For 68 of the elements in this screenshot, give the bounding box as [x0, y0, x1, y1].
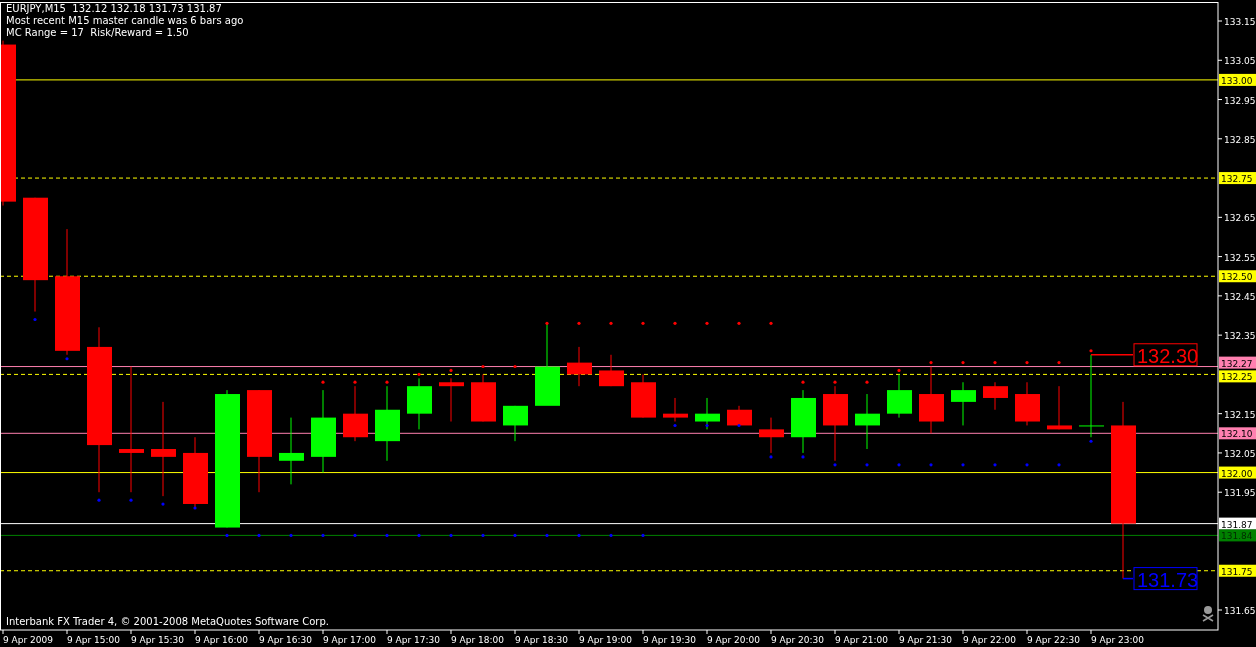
candlestick	[695, 397, 720, 430]
price-level-label: 132.75	[1219, 172, 1256, 185]
candlestick	[503, 405, 528, 442]
price-axis-label: 132.35	[1224, 331, 1256, 342]
candlestick	[919, 366, 944, 434]
time-axis-label: 9 Apr 20:30	[771, 635, 824, 645]
price-axis-label: 131.65	[1224, 606, 1256, 616]
time-axis-label: 9 Apr 2009	[3, 635, 53, 645]
candlestick	[279, 417, 304, 485]
candlestick	[407, 377, 432, 430]
candlestick	[343, 385, 368, 442]
time-axis-label: 9 Apr 16:30	[259, 635, 312, 645]
candlestick	[631, 373, 656, 419]
time-axis-label: 9 Apr 19:30	[643, 635, 696, 645]
time-axis-label: 9 Apr 18:00	[451, 635, 504, 645]
price-axis-label: 133.15	[1224, 17, 1256, 27]
price-level-label: 132.00	[1219, 466, 1256, 479]
time-axis-label: 9 Apr 23:00	[1091, 635, 1144, 645]
price-axis-label: 132.15	[1224, 409, 1256, 420]
candlestick	[439, 377, 464, 422]
time-axis-label: 9 Apr 21:30	[899, 635, 952, 645]
candlestick	[887, 373, 912, 419]
symbol-quote-text: EURJPY,M15 132.12 132.18 131.73 131.87	[6, 3, 222, 14]
candlestick	[1047, 385, 1072, 430]
candlestick	[759, 417, 784, 454]
price-level-label: 132.10	[1219, 427, 1256, 440]
price-level-label: 131.87	[1219, 517, 1256, 530]
copyright-text: Interbank FX Trader 4, © 2001-2008 MetaQuotes Software Corp.	[6, 616, 329, 627]
price-level-label: 131.75	[1219, 564, 1256, 577]
price-axis-label: 133.05	[1224, 56, 1256, 67]
time-axis-label: 9 Apr 22:00	[963, 635, 1016, 645]
candlestick	[1015, 381, 1040, 426]
price-level-label: 132.50	[1219, 270, 1256, 283]
candlestick	[855, 393, 880, 450]
price-level-label: 133.00	[1219, 73, 1256, 86]
time-axis-label: 9 Apr 15:00	[67, 635, 120, 645]
price-axis-label: 132.85	[1224, 134, 1256, 145]
candlestick	[599, 354, 624, 387]
time-axis-label: 9 Apr 22:30	[1027, 635, 1080, 645]
price-callout: 131.73	[1133, 567, 1199, 591]
time-axis-label: 9 Apr 20:00	[707, 635, 760, 645]
skull-icon	[1202, 606, 1214, 622]
info-text: Most recent M15 master candle was 6 bars ago	[6, 15, 244, 26]
price-axis-label: 132.45	[1224, 291, 1256, 302]
candlestick	[727, 405, 752, 426]
price-axis-label: 131.95	[1224, 488, 1256, 499]
price-axis-label: 132.65	[1224, 213, 1256, 224]
candlestick	[951, 381, 976, 426]
time-axis-label: 9 Apr 17:30	[387, 635, 440, 645]
price-level-label: 132.25	[1219, 370, 1256, 383]
price-axis-label: 132.95	[1224, 95, 1256, 106]
candlestick	[983, 381, 1008, 411]
time-axis-label: 9 Apr 15:30	[131, 635, 184, 645]
time-axis-label: 9 Apr 19:00	[579, 635, 632, 645]
price-axis-label: 132.55	[1224, 252, 1256, 263]
price-level-label: 131.84	[1219, 529, 1256, 542]
price-callout: 132.30	[1133, 343, 1199, 367]
candlestick	[567, 346, 592, 387]
time-axis-label: 9 Apr 21:00	[835, 635, 888, 645]
price-level-label: 132.27	[1219, 356, 1256, 369]
time-axis-label: 9 Apr 16:00	[195, 635, 248, 645]
price-axis-label: 132.05	[1224, 448, 1256, 459]
info-text: MC Range = 17 Risk/Reward = 1.50	[6, 27, 189, 38]
candlestick	[663, 397, 688, 422]
time-axis-label: 9 Apr 18:30	[515, 635, 568, 645]
time-axis-label: 9 Apr 17:00	[323, 635, 376, 645]
candlestick	[791, 389, 816, 454]
candlestick	[471, 373, 496, 422]
